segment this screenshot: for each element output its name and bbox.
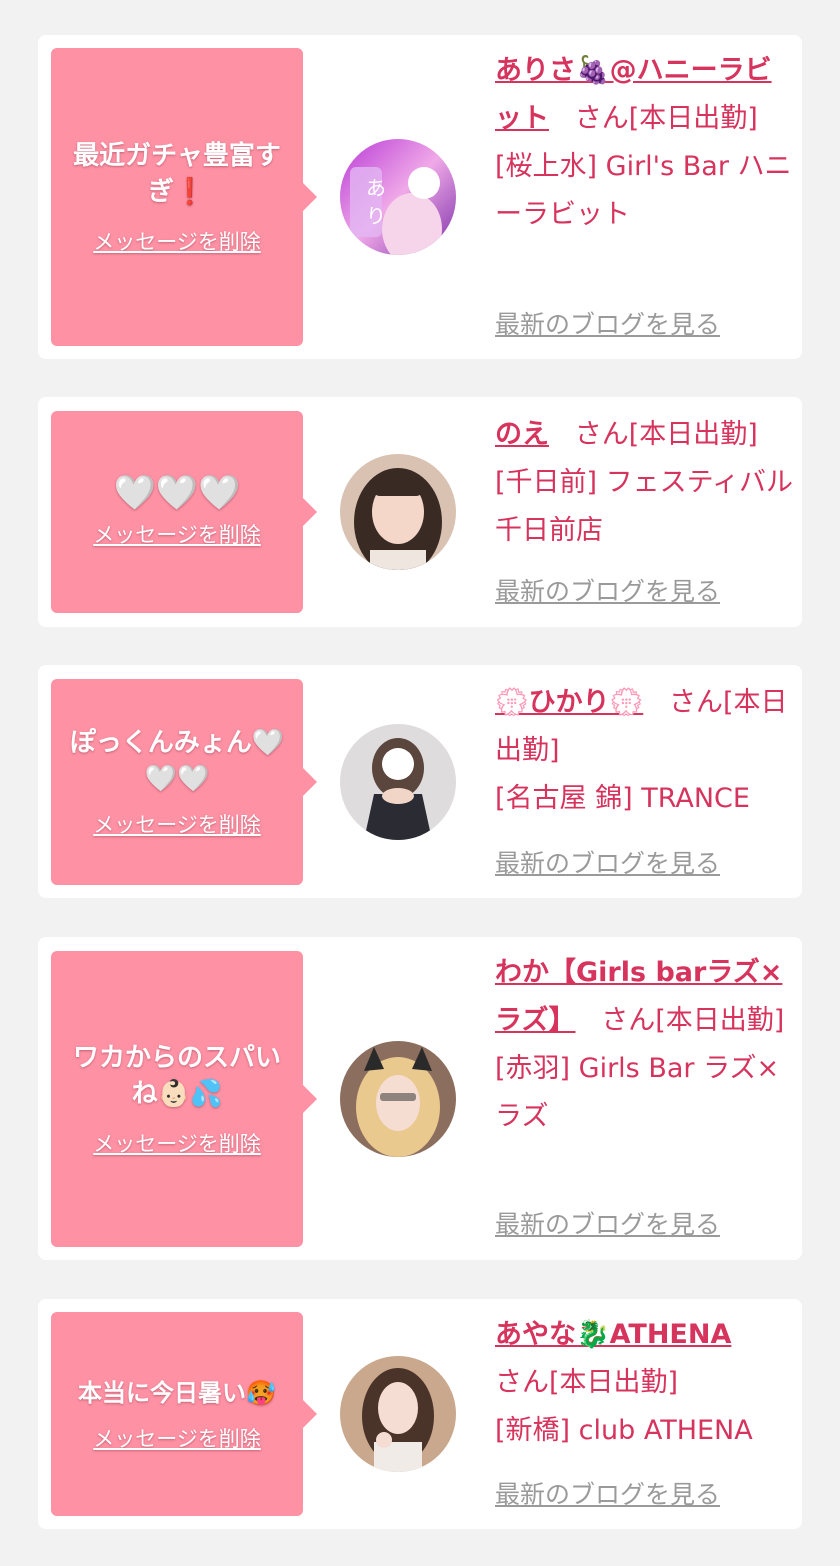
avatar[interactable] [340,1356,456,1472]
shop-name: [赤羽] Girls Bar ラズ×ラズ [495,1053,780,1132]
delete-message-link[interactable]: メッセージを削除 [93,1130,261,1158]
svg-text:り: り [366,204,386,228]
message-card: 最近ガチャ豊富すぎ❗ メッセージを削除 あ り ありさ🍇@ハニーラビット さん[… [38,35,802,359]
message-bubble: ぽっくんみょん🤍🤍🤍 メッセージを削除 [51,679,317,885]
cast-info: 💮ひかり💮 さん[本日出勤] [名古屋 錦] TRANCE [495,679,795,823]
cast-status: さん[本日出勤] [495,1367,679,1398]
cast-status: さん[本日出勤] [601,1005,785,1036]
delete-message-link[interactable]: メッセージを削除 [93,1425,261,1453]
message-text: ぽっくんみょん🤍🤍🤍 [69,728,285,794]
avatar[interactable] [340,1041,456,1157]
latest-blog-link[interactable]: 最新のブログを見る [495,576,720,608]
message-bubble: ワカからのスパいね👶🏻💦 メッセージを削除 [51,951,317,1247]
shop-name: [名古屋 錦] TRANCE [495,783,750,814]
avatar[interactable] [340,724,456,840]
avatar-image [340,1041,456,1157]
shop-name: [桜上水] Girl's Bar ハニーラビット [495,151,792,230]
cast-name-link[interactable]: のえ [495,419,549,450]
message-bubble: 最近ガチャ豊富すぎ❗ メッセージを削除 [51,48,317,346]
shop-name: [新橋] club ATHENA [495,1415,753,1446]
cast-info: のえ さん[本日出勤] [千日前] フェスティバル 千日前店 [495,411,795,555]
avatar-image [340,724,456,840]
avatar[interactable] [340,454,456,570]
message-card: ワカからのスパいね👶🏻💦 メッセージを削除 わか【Girls barラズ×ラズ】… [38,937,802,1260]
cast-name-link[interactable]: 💮ひかり💮 [495,687,643,718]
message-card: ぽっくんみょん🤍🤍🤍 メッセージを削除 💮ひかり💮 さん[本日出勤] [名古屋 … [38,665,802,898]
cast-status: さん[本日出勤] [574,103,758,134]
latest-blog-link[interactable]: 最新のブログを見る [495,309,720,341]
cast-info: あやな🐉ATHENA さん[本日出勤] [新橋] club ATHENA [495,1311,795,1455]
message-text: ワカからのスパいね👶🏻💦 [72,1043,281,1109]
latest-blog-link[interactable]: 最新のブログを見る [495,1479,720,1511]
message-text: 🤍🤍🤍 [113,473,241,513]
svg-text:あ: あ [366,176,386,200]
shop-name: [千日前] フェスティバル 千日前店 [495,467,794,546]
delete-message-link[interactable]: メッセージを削除 [93,228,261,256]
cast-name-link[interactable]: あやな🐉ATHENA [495,1319,731,1350]
message-text: 最近ガチャ豊富すぎ❗ [73,141,281,207]
message-card: 🤍🤍🤍 メッセージを削除 のえ さん[本日出勤] [千日前] フェスティバル 千… [38,397,802,627]
avatar-image [340,1356,456,1472]
message-bubble: 🤍🤍🤍 メッセージを削除 [51,411,317,613]
avatar-image: あ り [340,139,456,255]
delete-message-link[interactable]: メッセージを削除 [93,811,261,839]
cast-info: わか【Girls barラズ×ラズ】 さん[本日出勤] [赤羽] Girls B… [495,949,795,1141]
latest-blog-link[interactable]: 最新のブログを見る [495,848,720,880]
latest-blog-link[interactable]: 最新のブログを見る [495,1209,720,1241]
avatar[interactable]: あ り [340,139,456,255]
cast-info: ありさ🍇@ハニーラビット さん[本日出勤] [桜上水] Girl's Bar ハ… [495,47,795,239]
avatar-image [340,454,456,570]
message-bubble: 本当に今日暑い🥵 メッセージを削除 [51,1312,317,1516]
delete-message-link[interactable]: メッセージを削除 [93,521,261,549]
message-card: 本当に今日暑い🥵 メッセージを削除 あやな🐉ATHENA さん[本日出勤] [新… [38,1299,802,1529]
message-text: 本当に今日暑い🥵 [78,1379,276,1407]
cast-status: さん[本日出勤] [574,419,758,450]
